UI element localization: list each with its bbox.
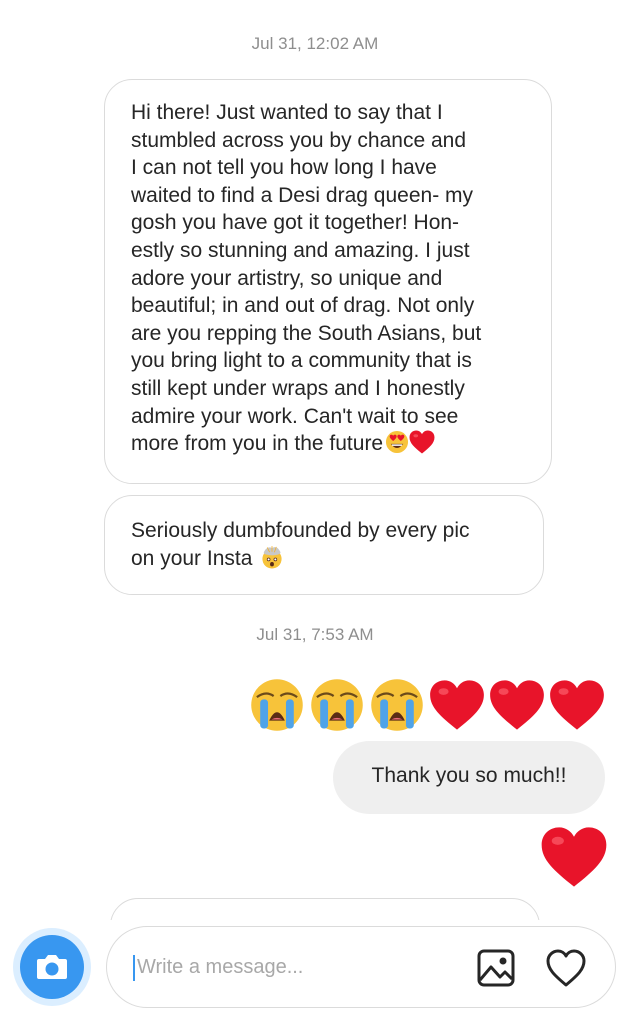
camera-icon [37, 955, 67, 979]
message-line: are you repping the South Asians, but [131, 321, 482, 345]
message-line: still kept under wraps and I honestly [131, 376, 465, 400]
message-timestamp: Jul 31, 12:02 AM [251, 34, 379, 53]
message-line: stumbled across you by chance and [131, 128, 467, 152]
message-line: Hi there! Just wanted to say that I [131, 101, 443, 124]
message-line: waited to find a Desi drag queen- my [131, 183, 474, 207]
incoming-message-bubble-partial[interactable] [110, 898, 540, 920]
message-line: you bring light to a community that is [131, 349, 472, 373]
red-heart-emoji [409, 430, 435, 454]
message-line: gosh you have got it together! Hon- [131, 211, 460, 235]
outgoing-message-bubble[interactable]: Thank you so much!! [333, 741, 605, 814]
text-cursor [133, 955, 135, 981]
message-line: adore your artistry, so unique and [131, 266, 443, 290]
loudly-crying-emoji [369, 677, 425, 733]
message-line: beautiful; in and out of drag. Not only [131, 294, 475, 318]
message-line-text: more from you in the future [131, 432, 384, 456]
message-timestamp: Jul 31, 7:53 AM [256, 625, 374, 644]
incoming-message-bubble[interactable]: Hi there! Just wanted to say that I stum… [104, 79, 552, 484]
red-heart-emoji [489, 677, 545, 733]
message-line-last: more from you in the future [131, 430, 525, 458]
message-thread[interactable]: Jul 31, 12:02 AM Hi there! Just wanted t… [0, 0, 630, 920]
incoming-message-bubble[interactable]: Seriously dumbfounded by every pic on yo… [104, 495, 544, 595]
message-line: admire your work. Can't wait to see [131, 404, 459, 428]
heart-eyes-emoji [385, 430, 409, 454]
red-heart-emoji [549, 677, 605, 733]
message-input-placeholder: Write a message... [137, 956, 304, 978]
message-input[interactable]: Write a message... [106, 926, 616, 1008]
outgoing-emoji-message[interactable] [249, 676, 605, 734]
message-line: estly so stunning and amazing. I just [131, 238, 470, 262]
loudly-crying-emoji [249, 677, 305, 733]
message-line-last: on your Insta [131, 545, 517, 573]
heart-outline-icon[interactable] [545, 948, 587, 988]
message-line: I can not tell you how long I have [131, 156, 437, 180]
image-gallery-icon[interactable] [476, 948, 516, 988]
message-line-text: on your Insta [131, 546, 253, 570]
camera-button[interactable] [13, 928, 91, 1006]
loudly-crying-emoji [309, 677, 365, 733]
message-line: Seriously dumbfounded by every pic [131, 519, 470, 542]
red-heart-emoji[interactable] [540, 826, 608, 888]
exploding-head-emoji [260, 545, 284, 569]
red-heart-emoji [429, 677, 485, 733]
camera-button-circle [20, 935, 84, 999]
